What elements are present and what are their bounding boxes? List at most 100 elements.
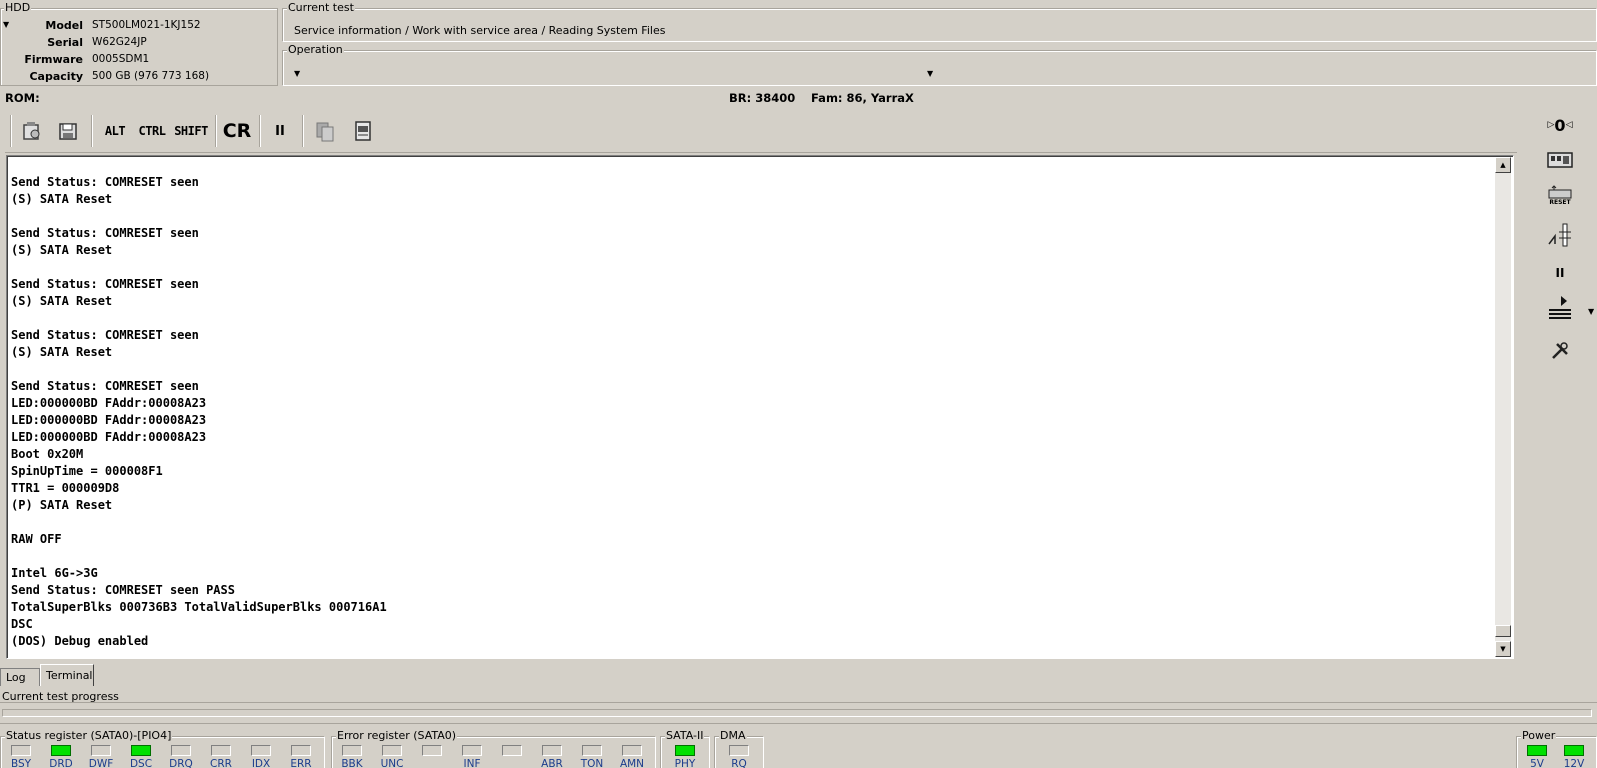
led-indicator [1564,745,1584,756]
rom-label: ROM: [5,91,40,105]
led-abr: ABR [535,745,569,768]
hdd-value: 0005SDM1 [92,53,150,65]
terminal-line: TTR1 = 000009D8 [11,481,120,495]
led-label: DWF [88,758,114,768]
hdd-legend: HDD [4,1,32,14]
led-indicator [622,745,642,756]
toolbar-separator [215,115,217,147]
scroll-thumb[interactable] [1495,625,1511,637]
right-toolbar: ▷ 0 ◁ RESET II ▼ [1532,109,1597,379]
led-label: INF [463,758,481,768]
pause-button[interactable]: II [267,116,293,146]
operation-panel: Operation ▼ ▼ [282,44,1597,86]
dma-panel: DMA RQ [714,730,764,768]
power-legend: Power [1521,729,1557,742]
hdd-value: ST500LM021-1KJ152 [92,19,201,31]
baud-rate: BR: 38400 [729,91,796,105]
current-test-value: Service information / Work with service … [294,24,666,37]
right-pause-button[interactable]: II [1546,259,1574,287]
settings-icon[interactable] [17,116,47,146]
led-label: DRQ [169,758,193,768]
led-blank-2 [495,745,529,758]
scroll-down-icon[interactable]: ▼ [1495,641,1511,657]
terminal-line: SpinUpTime = 000008F1 [11,464,163,478]
led-indicator [342,745,362,756]
current-test-panel: Current test Service information / Work … [282,2,1597,42]
led-indicator [11,745,31,756]
terminal-line: RAW OFF [11,532,62,546]
status-register-panel: Status register (SATA0)-[PIO4] BSY DRD D… [0,730,325,768]
led-indicator [1527,745,1547,756]
terminal-line: Send Status: COMRESET seen [11,226,199,240]
hdd-row-capacity: Capacity 500 GB (976 773 168) [1,70,271,86]
terminal-log-icon[interactable] [348,116,378,146]
led-label: 12V [1563,758,1585,768]
run-script-icon[interactable] [1546,294,1574,322]
terminal-line: (S) SATA Reset [11,243,113,257]
led-indicator [251,745,271,756]
led-indicator [382,745,402,756]
led-amn: AMN [615,745,649,768]
terminal-output[interactable]: Send Status: COMRESET seen (S) SATA Reset… [6,155,1514,659]
tab-terminal[interactable]: Terminal [40,664,94,686]
hdd-key: Model [45,19,83,32]
led-drq: DRQ [164,745,198,768]
current-test-legend: Current test [287,1,355,14]
hdd-key: Serial [47,36,83,49]
hdd-value: W62G24JP [92,36,147,48]
led-indicator [422,745,442,756]
error-register-panel: Error register (SATA0) BBK UNC INF ABR T… [331,730,656,768]
led-label: ERR [290,758,312,768]
tab-log[interactable]: Log [0,668,40,686]
led-dwf: DWF [84,745,118,768]
led-indicator [51,745,71,756]
operation-dropdown-icon-2[interactable]: ▼ [927,69,933,78]
toolbar-separator [259,115,261,147]
led-indicator [211,745,231,756]
hdd-key: Firmware [24,53,83,66]
terminal-line: (S) SATA Reset [11,345,113,359]
terminal-lines: Send Status: COMRESET seen (S) SATA Reset… [11,174,1491,650]
copy-icon[interactable] [310,116,340,146]
terminal-line: Send Status: COMRESET seen [11,379,199,393]
led-ton: TON [575,745,609,768]
power-cycle-button[interactable]: ▷ 0 ◁ [1546,111,1574,139]
power-panel: Power 5V 12V [1516,730,1597,768]
terminal-line: (DOS) Debug enabled [11,634,149,648]
shift-key-button[interactable]: SHIFT [173,116,209,146]
led-bsy: BSY [4,745,38,768]
hdd-row-firmware: Firmware 0005SDM1 [1,53,271,69]
alt-key-button[interactable]: ALT [100,116,130,146]
led-label: BBK [341,758,363,768]
save-icon[interactable] [53,116,83,146]
scroll-up-icon[interactable]: ▲ [1495,157,1511,173]
toolbar-separator [302,115,304,147]
led-12v: 12V [1557,745,1591,768]
led-indicator [502,745,522,756]
tools-icon[interactable] [1546,337,1574,365]
led-err: ERR [284,745,318,768]
led-crr: CRR [204,745,238,768]
led-indicator [131,745,151,756]
terminal-line: Send Status: COMRESET seen PASS [11,583,235,597]
run-script-dropdown-icon[interactable]: ▼ [1588,307,1594,316]
board-icon[interactable] [1546,146,1574,174]
led-indicator [291,745,311,756]
operation-dropdown-icon[interactable]: ▼ [294,69,300,78]
terminal-line: Send Status: COMRESET seen [11,277,199,291]
terminal-line: LED:000000BD FAddr:00008A23 [11,396,207,410]
terminal-scrollbar[interactable]: ▲ ▼ [1495,157,1511,657]
dma-legend: DMA [719,729,747,742]
zero-label: 0 [1554,115,1566,135]
led-label: DRD [49,758,73,768]
cr-button[interactable]: CR [222,116,252,146]
jumper-icon[interactable] [1546,221,1574,249]
terminal-line: (P) SATA Reset [11,498,113,512]
reset-button[interactable]: RESET [1546,181,1574,209]
ctrl-key-button[interactable]: CTRL [136,116,168,146]
